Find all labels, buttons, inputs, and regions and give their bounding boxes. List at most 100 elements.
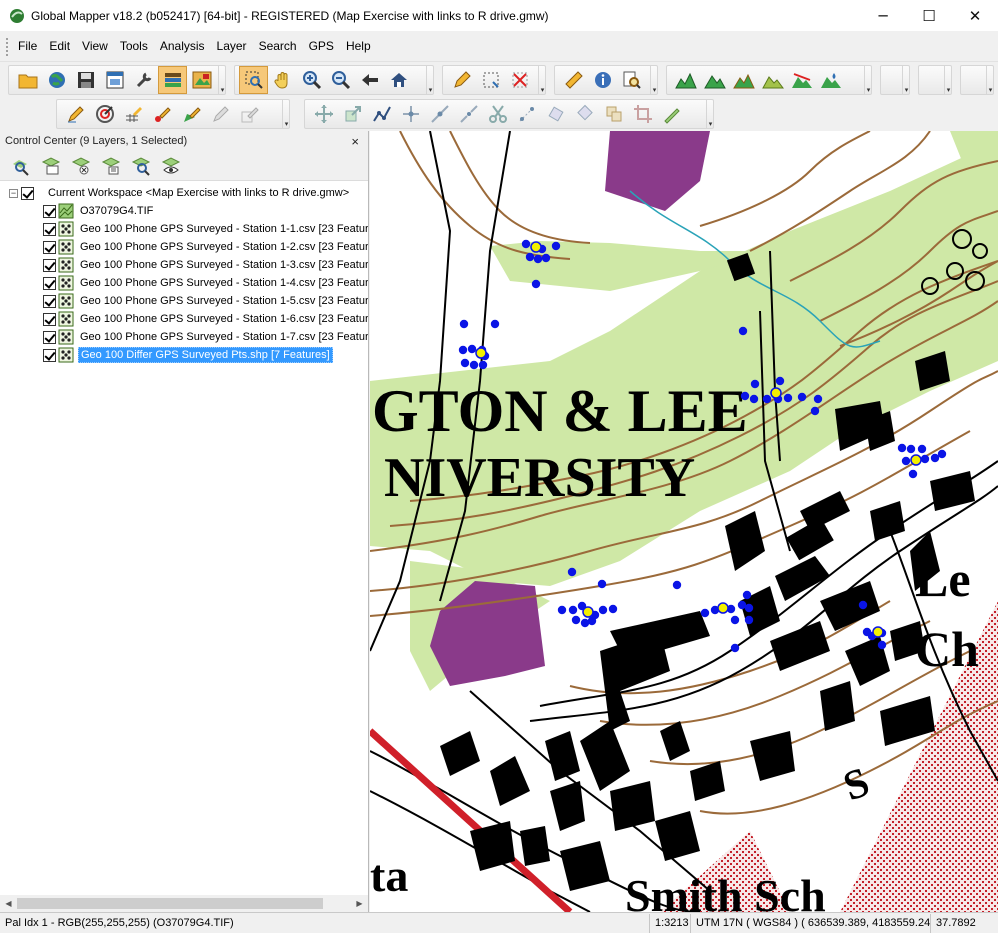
menu-view[interactable]: View: [82, 39, 108, 53]
phone-gps-point[interactable]: [877, 640, 887, 650]
menu-search[interactable]: Search: [259, 39, 297, 53]
differential-gps-point[interactable]: [530, 241, 542, 253]
feature-info-button[interactable]: [588, 66, 617, 94]
menu-layer[interactable]: Layer: [217, 39, 247, 53]
layer-row[interactable]: Geo 100 Phone GPS Surveyed - Station 1-3…: [0, 256, 368, 274]
select-area-button[interactable]: [476, 66, 505, 94]
phone-gps-point[interactable]: [858, 600, 868, 610]
layer-visibility-checkbox[interactable]: [43, 348, 56, 362]
line-of-sight-button[interactable]: [787, 66, 816, 94]
toolbar-overflow[interactable]: ▾: [650, 66, 658, 94]
phone-gps-point[interactable]: [598, 605, 608, 615]
close-layer-button[interactable]: [66, 153, 96, 179]
menu-gps[interactable]: GPS: [309, 39, 334, 53]
map-view[interactable]: GTON & LEE NIVERSITY Le Ch ta Smith Sch …: [370, 131, 998, 912]
phone-gps-point[interactable]: [730, 643, 740, 653]
toggle-visibility-button[interactable]: [156, 153, 186, 179]
save-button[interactable]: [71, 66, 100, 94]
menu-help[interactable]: Help: [346, 39, 371, 53]
layer-row[interactable]: Geo 100 Phone GPS Surveyed - Station 1-7…: [0, 328, 368, 346]
layer-label[interactable]: Geo 100 Phone GPS Surveyed - Station 1-7…: [78, 330, 368, 344]
collapse-toggle-icon[interactable]: −: [9, 188, 18, 198]
create-feature-button[interactable]: [447, 66, 476, 94]
phone-gps-point[interactable]: [740, 391, 750, 401]
differential-gps-point[interactable]: [582, 606, 594, 618]
move-feature-button[interactable]: [309, 100, 338, 128]
layer-row[interactable]: Geo 100 Phone GPS Surveyed - Station 1-6…: [0, 310, 368, 328]
phone-gps-point[interactable]: [580, 618, 590, 628]
phone-gps-point[interactable]: [608, 604, 618, 614]
toolbar-overflow[interactable]: ▾: [426, 66, 434, 94]
join-vertex-button[interactable]: [512, 100, 541, 128]
phone-gps-point[interactable]: [897, 443, 907, 453]
phone-gps-point[interactable]: [531, 279, 541, 289]
phone-gps-point[interactable]: [908, 469, 918, 479]
layer-visibility-checkbox[interactable]: [43, 312, 56, 326]
phone-gps-point[interactable]: [467, 344, 477, 354]
phone-gps-point[interactable]: [459, 319, 469, 329]
gps-target-button[interactable]: [90, 100, 119, 128]
phone-gps-point[interactable]: [750, 379, 760, 389]
phone-gps-point[interactable]: [567, 567, 577, 577]
toolbar-overflow[interactable]: ▾: [986, 66, 994, 94]
phone-gps-point[interactable]: [490, 319, 500, 329]
previous-view-button[interactable]: [355, 66, 384, 94]
differential-gps-point[interactable]: [872, 626, 884, 638]
layer-visibility-checkbox[interactable]: [43, 222, 56, 236]
phone-gps-point[interactable]: [901, 456, 911, 466]
scrollbar-thumb[interactable]: [17, 898, 323, 909]
phone-gps-point[interactable]: [744, 615, 754, 625]
edit-vertex-button[interactable]: [235, 100, 264, 128]
toolbar-overflow[interactable]: ▾: [902, 66, 910, 94]
layer-row[interactable]: Geo 100 Differ GPS Surveyed Pts.shp [7 F…: [0, 346, 368, 364]
menu-edit[interactable]: Edit: [49, 39, 70, 53]
layer-row[interactable]: Geo 100 Phone GPS Surveyed - Station 1-2…: [0, 238, 368, 256]
phone-gps-point[interactable]: [521, 239, 531, 249]
layer-row[interactable]: Geo 100 Phone GPS Surveyed - Station 1-1…: [0, 220, 368, 238]
phone-gps-point[interactable]: [762, 394, 772, 404]
phone-gps-point[interactable]: [744, 603, 754, 613]
layer-row[interactable]: Geo 100 Phone GPS Surveyed - Station 1-4…: [0, 274, 368, 292]
phone-gps-point[interactable]: [458, 345, 468, 355]
layer-label[interactable]: Geo 100 Phone GPS Surveyed - Station 1-3…: [78, 258, 368, 272]
phone-gps-point[interactable]: [742, 590, 752, 600]
draw-line-button[interactable]: [61, 100, 90, 128]
menu-file[interactable]: File: [18, 39, 37, 53]
layer-label[interactable]: O37079G4.TIF: [78, 204, 155, 218]
layer-visibility-checkbox[interactable]: [43, 204, 56, 218]
3d-view-button[interactable]: [729, 66, 758, 94]
phone-gps-point[interactable]: [810, 406, 820, 416]
edit-vertices-button[interactable]: [367, 100, 396, 128]
control-center-close-button[interactable]: ×: [351, 134, 359, 149]
layer-visibility-checkbox[interactable]: [43, 240, 56, 254]
phone-gps-point[interactable]: [749, 394, 759, 404]
toolbar-overflow[interactable]: ▾: [944, 66, 952, 94]
phone-gps-point[interactable]: [568, 605, 578, 615]
zoom-out-button[interactable]: [326, 66, 355, 94]
draw-area-button[interactable]: [177, 100, 206, 128]
watershed-button[interactable]: [816, 66, 845, 94]
phone-gps-point[interactable]: [525, 252, 535, 262]
shift-feature-button[interactable]: [570, 100, 599, 128]
layer-row[interactable]: O37079G4.TIF: [0, 202, 368, 220]
search-features-button[interactable]: [617, 66, 646, 94]
phone-gps-point[interactable]: [797, 392, 807, 402]
workspace-row[interactable]: − Current Workspace <Map Exercise with l…: [0, 184, 368, 202]
layer-row[interactable]: Geo 100 Phone GPS Surveyed - Station 1-5…: [0, 292, 368, 310]
move-vertex-button[interactable]: [396, 100, 425, 128]
differential-gps-point[interactable]: [910, 454, 922, 466]
layer-visibility-checkbox[interactable]: [43, 276, 56, 290]
phone-gps-point[interactable]: [730, 615, 740, 625]
toolbar-overflow[interactable]: ▾: [218, 66, 226, 94]
overview-map-button[interactable]: [187, 66, 216, 94]
cut-feature-button[interactable]: [483, 100, 512, 128]
phone-gps-point[interactable]: [469, 360, 479, 370]
scale-feature-button[interactable]: [338, 100, 367, 128]
path-profile-button[interactable]: [758, 66, 787, 94]
phone-gps-point[interactable]: [738, 326, 748, 336]
open-folder-button[interactable]: [13, 66, 42, 94]
digitizer-select-button[interactable]: [239, 66, 268, 94]
phone-gps-point[interactable]: [700, 608, 710, 618]
copy-feature-button[interactable]: [599, 100, 628, 128]
menu-analysis[interactable]: Analysis: [160, 39, 205, 53]
